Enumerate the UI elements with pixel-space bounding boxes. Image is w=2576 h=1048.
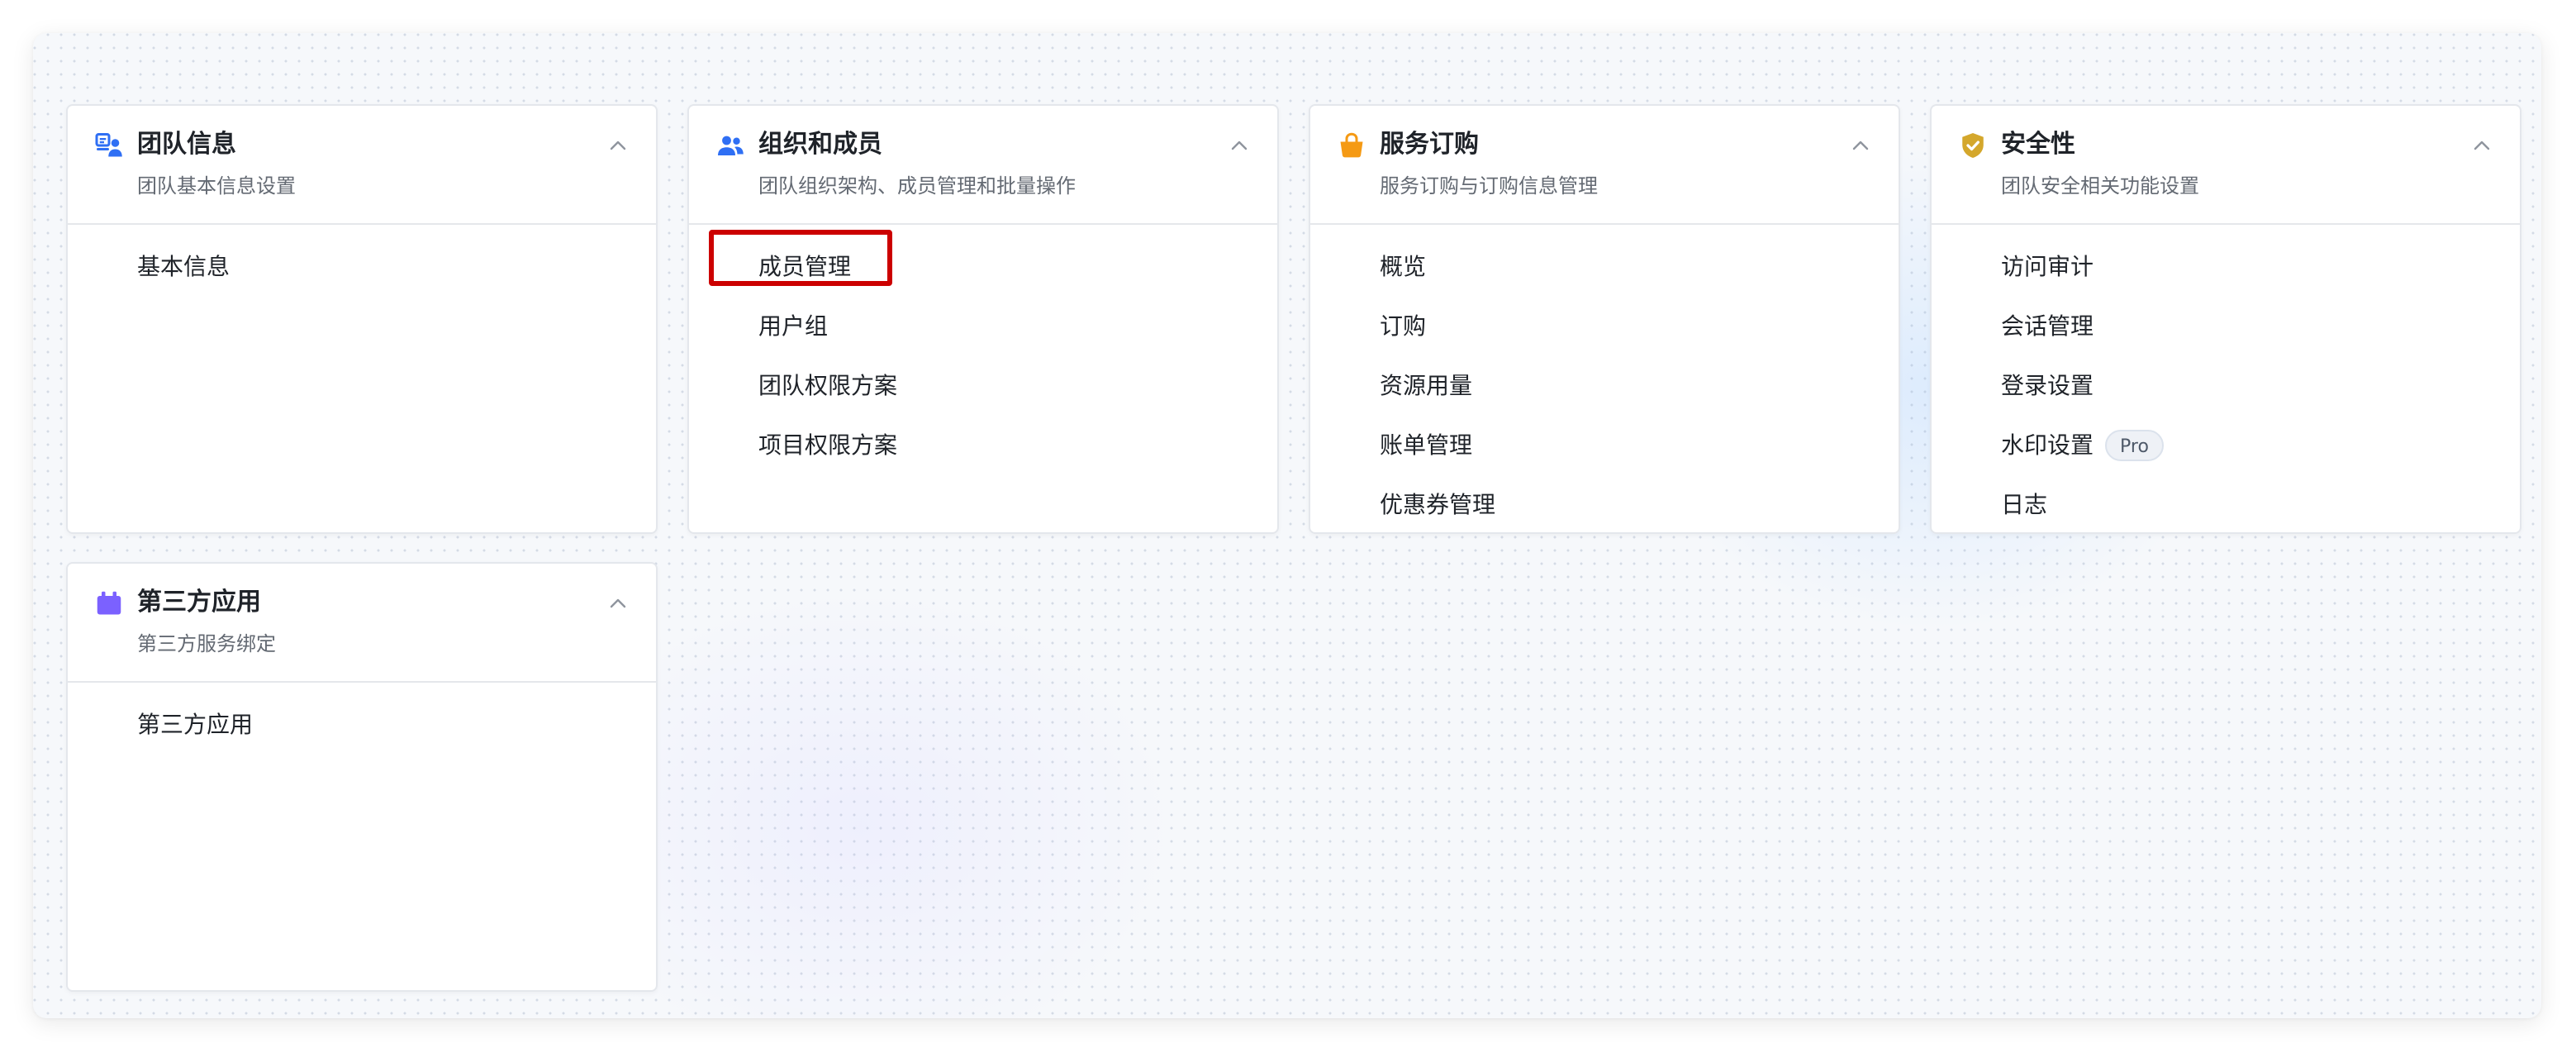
- app-icon: [94, 588, 124, 618]
- card-header: 组织和成员 团队组织架构、成员管理和批量操作: [689, 106, 1277, 225]
- card-header: 服务订购 服务订购与订购信息管理: [1310, 106, 1899, 225]
- menu-item-overview[interactable]: 概览: [1310, 236, 1899, 296]
- chevron-up-icon[interactable]: [2469, 132, 2495, 159]
- menu-list: 访问审计 会话管理 登录设置 水印设置 Pro 日志: [1932, 225, 2520, 534]
- card-subscription: 服务订购 服务订购与订购信息管理 概览 订购 资源用量 账单管理 优惠券管理: [1309, 104, 1900, 534]
- menu-item-access-audit[interactable]: 访问审计: [1932, 236, 2520, 296]
- card-header: 团队信息 团队基本信息设置: [68, 106, 656, 225]
- shield-check-icon: [1958, 131, 1988, 160]
- menu-list: 概览 订购 资源用量 账单管理 优惠券管理: [1310, 225, 1899, 534]
- card-security: 安全性 团队安全相关功能设置 访问审计 会话管理 登录设置 水印设置 Pro 日志: [1930, 104, 2521, 534]
- card-subtitle: 团队安全相关功能设置: [2001, 174, 2199, 198]
- card-header: 第三方应用 第三方服务绑定: [68, 564, 656, 683]
- menu-item-basic-info[interactable]: 基本信息: [68, 236, 656, 296]
- card-subtitle: 团队组织架构、成员管理和批量操作: [758, 174, 1076, 198]
- card-team-info: 团队信息 团队基本信息设置 基本信息: [66, 104, 658, 534]
- card-title: 服务订购: [1380, 130, 1479, 159]
- menu-item-logs[interactable]: 日志: [1932, 474, 2520, 534]
- menu-item-subscribe[interactable]: 订购: [1310, 296, 1899, 355]
- shopping-bag-icon: [1337, 131, 1366, 160]
- card-third-party: 第三方应用 第三方服务绑定 第三方应用: [66, 562, 658, 992]
- menu-item-billing[interactable]: 账单管理: [1310, 415, 1899, 474]
- chevron-up-icon[interactable]: [1847, 132, 1874, 159]
- menu-item-session-management[interactable]: 会话管理: [1932, 296, 2520, 355]
- menu-item-login-settings[interactable]: 登录设置: [1932, 355, 2520, 415]
- card-title: 组织和成员: [758, 130, 882, 159]
- menu-list: 成员管理 用户组 团队权限方案 项目权限方案: [689, 225, 1277, 474]
- menu-item-coupons[interactable]: 优惠券管理: [1310, 474, 1899, 534]
- menu-item-resource-usage[interactable]: 资源用量: [1310, 355, 1899, 415]
- menu-item-user-groups[interactable]: 用户组: [689, 296, 1277, 355]
- card-title: 第三方应用: [137, 588, 261, 617]
- card-header: 安全性 团队安全相关功能设置: [1932, 106, 2520, 225]
- settings-panel: 团队信息 团队基本信息设置 基本信息 组织和成员 团队组织架构、成员管理和批量操…: [33, 33, 2541, 1018]
- menu-item-project-permission-scheme[interactable]: 项目权限方案: [689, 415, 1277, 474]
- card-subtitle: 团队基本信息设置: [137, 174, 296, 198]
- menu-item-member-management[interactable]: 成员管理: [689, 236, 1277, 296]
- card-title: 安全性: [2001, 130, 2075, 159]
- chevron-up-icon[interactable]: [605, 132, 631, 159]
- pro-badge: Pro: [2105, 430, 2164, 461]
- menu-list: 基本信息: [68, 225, 656, 296]
- members-icon: [715, 131, 745, 160]
- menu-list: 第三方应用: [68, 683, 656, 754]
- card-title: 团队信息: [137, 130, 236, 159]
- chevron-up-icon[interactable]: [605, 590, 631, 617]
- menu-item-team-permission-scheme[interactable]: 团队权限方案: [689, 355, 1277, 415]
- menu-item-watermark-settings[interactable]: 水印设置 Pro: [1932, 415, 2520, 474]
- chevron-up-icon[interactable]: [1226, 132, 1252, 159]
- card-org-members: 组织和成员 团队组织架构、成员管理和批量操作 成员管理 用户组 团队权限方案 项…: [687, 104, 1279, 534]
- card-subtitle: 第三方服务绑定: [137, 632, 276, 655]
- team-info-icon: [94, 131, 124, 160]
- card-subtitle: 服务订购与订购信息管理: [1380, 174, 1598, 198]
- menu-item-third-party-apps[interactable]: 第三方应用: [68, 694, 656, 754]
